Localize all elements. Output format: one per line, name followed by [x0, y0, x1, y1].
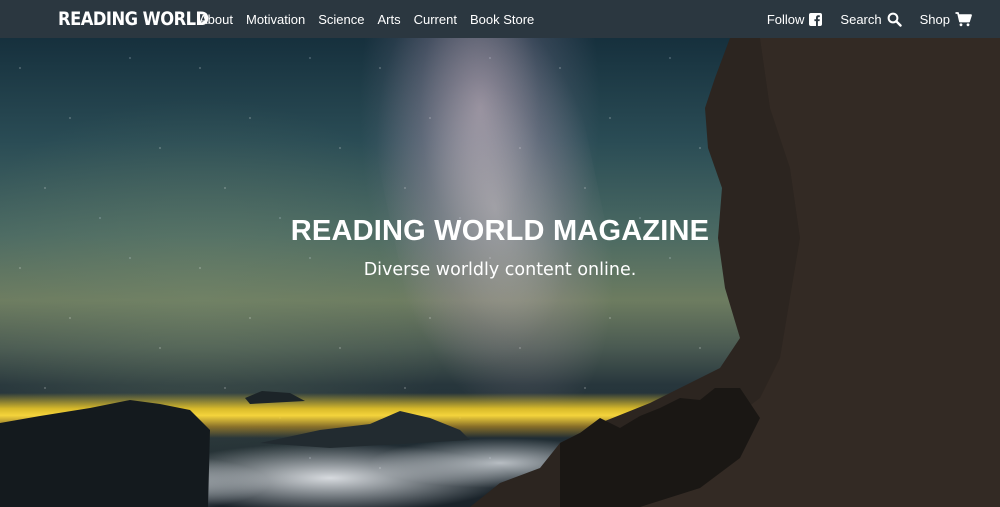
nav-link-science[interactable]: Science [318, 12, 364, 27]
nav-links: About Motivation Science Arts Current Bo… [199, 12, 547, 27]
hero-title: READING WORLD MAGAZINE [290, 215, 710, 247]
nav-link-motivation[interactable]: Motivation [246, 12, 305, 27]
hero-text: READING WORLD MAGAZINE Diverse worldly c… [0, 215, 1000, 280]
shop-button[interactable]: Shop [920, 12, 972, 27]
nav-link-current[interactable]: Current [414, 12, 457, 27]
nav-link-arts[interactable]: Arts [377, 12, 400, 27]
nav-link-book-store[interactable]: Book Store [470, 12, 534, 27]
nav-right: Follow Search Shop [749, 12, 972, 27]
follow-button[interactable]: Follow [767, 12, 823, 27]
follow-label: Follow [766, 11, 805, 27]
search-icon [887, 12, 902, 27]
top-navbar: READING WORLD About Motivation Science A… [0, 0, 1000, 38]
hero-banner: READING WORLD MAGAZINE Diverse worldly c… [0, 38, 1000, 507]
hero-subtitle: Diverse worldly content online. [363, 260, 637, 280]
cart-icon [955, 11, 972, 27]
search-button[interactable]: Search [840, 11, 902, 27]
search-label: Search [840, 11, 882, 27]
site-logo[interactable]: READING WORLD [58, 8, 209, 30]
facebook-icon [809, 12, 823, 26]
shop-label: Shop [919, 11, 950, 27]
